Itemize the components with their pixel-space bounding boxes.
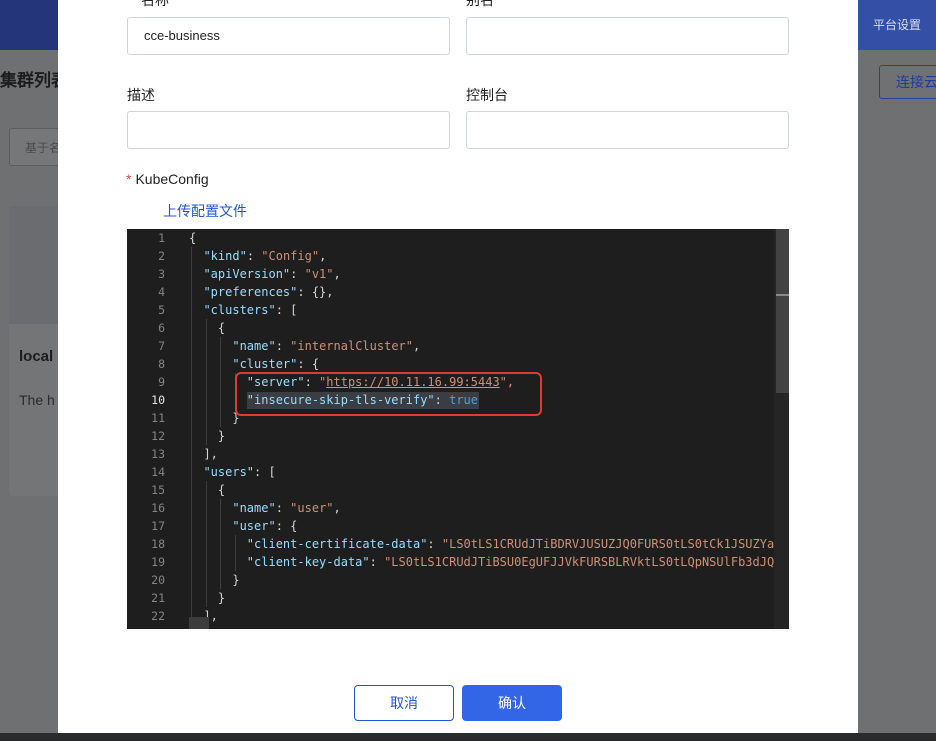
line-number: 18 — [151, 537, 165, 551]
kubeconfig-label-row: * KubeConfig — [126, 171, 209, 187]
code-key: "client-key-data" — [246, 555, 370, 569]
line-number: 20 — [151, 573, 165, 587]
kubeconfig-code-editor[interactable]: 1 2 3 4 5 6 7 8 9 10 11 12 13 14 15 16 1… — [127, 229, 789, 629]
line-number: 7 — [158, 339, 165, 353]
kubeconfig-label: KubeConfig — [135, 171, 209, 187]
code-key: "name" — [232, 339, 276, 353]
line-number: 11 — [151, 411, 165, 425]
required-marker: * — [126, 171, 132, 187]
code-string: "LS0tLS1CRUdJTiBSU0EgUFJJVkFURSBLRVktLS0… — [384, 555, 789, 569]
console-label: 控制台 — [466, 87, 508, 103]
code-token: { — [290, 519, 298, 533]
confirm-button[interactable]: 确认 — [462, 685, 562, 721]
code-string: "LS0tLS1CRUdJTiBDRVJUSUZJQ0FURS0tLS0tCk1… — [441, 537, 789, 551]
connect-cloud-button[interactable]: 连接云 — [879, 65, 936, 99]
code-key: "clusters" — [203, 303, 276, 317]
line-number: 9 — [158, 375, 165, 389]
description-field[interactable] — [127, 111, 450, 149]
code-fold-marker — [189, 617, 209, 629]
name-label: 名称 — [141, 0, 169, 8]
code-key: "kind" — [203, 249, 247, 263]
line-number: 13 — [151, 447, 165, 461]
add-cluster-modal: 名称 别名 cce-business 描述 控制台 * KubeConfig 上传… — [58, 0, 858, 733]
line-number: 3 — [158, 267, 165, 281]
code-key: "apiVersion" — [203, 267, 291, 281]
name-field[interactable]: cce-business — [127, 17, 450, 55]
line-number: 22 — [151, 609, 165, 623]
platform-settings-link[interactable]: 平台设置 — [858, 0, 936, 50]
code-token: { — [189, 231, 197, 245]
line-number: 15 — [151, 483, 165, 497]
line-number: 5 — [158, 303, 165, 317]
code-token: { — [217, 483, 226, 497]
code-token: ], — [203, 447, 218, 461]
code-token: {}, — [311, 285, 334, 299]
line-number: 16 — [151, 501, 165, 515]
code-token: } — [217, 591, 226, 605]
line-number-gutter: 1 2 3 4 5 6 7 8 9 10 11 12 13 14 15 16 1… — [127, 229, 183, 629]
line-number: 1 — [158, 231, 165, 245]
line-number: 8 — [158, 357, 165, 371]
code-string: "user" — [290, 501, 334, 515]
code-token: [ — [268, 465, 276, 479]
code-string: "Config" — [261, 249, 320, 263]
line-number: 2 — [158, 249, 165, 263]
code-token: { — [217, 321, 226, 335]
alias-field[interactable] — [466, 17, 789, 55]
code-key: "name" — [232, 501, 276, 515]
code-string: "v1" — [304, 267, 334, 281]
code-key: "preferences" — [203, 285, 298, 299]
cancel-button[interactable]: 取消 — [354, 685, 454, 721]
code-token: { — [311, 357, 320, 371]
code-key: "user" — [232, 519, 276, 533]
code-token: [ — [290, 303, 298, 317]
code-token: } — [232, 573, 240, 587]
editor-scrollbar-marker — [776, 294, 789, 296]
line-number: 17 — [151, 519, 165, 533]
upload-config-file-link[interactable]: 上传配置文件 — [163, 201, 247, 221]
editor-scrollbar-thumb[interactable] — [776, 229, 789, 393]
code-key: "cluster" — [232, 357, 298, 371]
line-number-active: 10 — [151, 393, 165, 407]
alias-label: 别名 — [466, 0, 494, 8]
line-number: 12 — [151, 429, 165, 443]
code-key: "client-certificate-data" — [246, 537, 428, 551]
bottom-bar — [0, 733, 936, 741]
console-field[interactable] — [466, 111, 789, 149]
annotation-highlight-box — [235, 372, 542, 416]
line-number: 14 — [151, 465, 165, 479]
cluster-card-name: local — [19, 348, 54, 365]
description-label: 描述 — [127, 87, 155, 103]
cluster-card-description: The h — [19, 392, 55, 408]
code-token: } — [217, 429, 226, 443]
code-key: "users" — [203, 465, 255, 479]
line-number: 21 — [151, 591, 165, 605]
code-string: "internalCluster" — [290, 339, 413, 353]
line-number: 19 — [151, 555, 165, 569]
line-number: 6 — [158, 321, 165, 335]
line-number: 4 — [158, 285, 165, 299]
